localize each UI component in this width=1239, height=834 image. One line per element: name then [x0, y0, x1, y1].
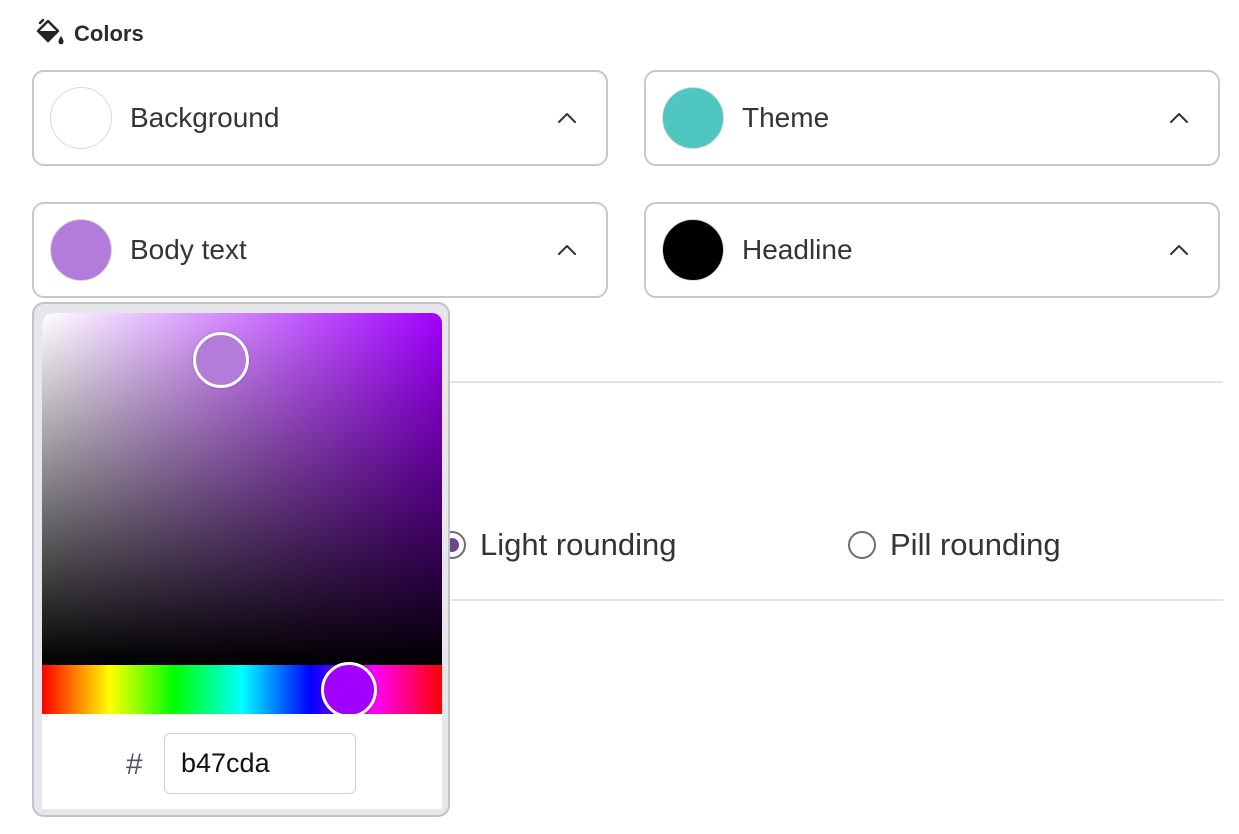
body-text-swatch [50, 219, 112, 281]
hue-slider[interactable] [42, 662, 442, 718]
chevron-up-icon [550, 101, 584, 135]
background-label: Background [130, 102, 280, 133]
headline-label: Headline [742, 234, 853, 265]
radio-pill-rounding[interactable]: Pill rounding [848, 522, 1061, 568]
body-text-color-dropdown[interactable]: Body text [32, 202, 608, 298]
radio-light-rounding[interactable]: Light rounding [438, 522, 677, 568]
saturation-value-area[interactable] [42, 313, 442, 665]
theme-color-dropdown[interactable]: Theme [644, 70, 1220, 166]
theme-label: Theme [742, 102, 830, 133]
hue-handle[interactable] [321, 662, 377, 718]
body-text-label: Body text [130, 234, 247, 265]
page: Colors Background Theme Body text Headli… [0, 0, 1239, 834]
headline-color-dropdown[interactable]: Headline [644, 202, 1220, 298]
radio-label: Light rounding [480, 527, 677, 562]
background-swatch [50, 87, 112, 149]
section-title: Colors [74, 21, 144, 46]
headline-swatch [662, 219, 724, 281]
hash-symbol: # [126, 748, 143, 781]
chevron-up-icon [1162, 233, 1196, 267]
hex-input-row: # [42, 714, 442, 809]
chevron-up-icon [1162, 101, 1196, 135]
colors-section-header: Colors [34, 18, 144, 50]
background-color-dropdown[interactable]: Background [32, 70, 608, 166]
radio-button[interactable] [848, 531, 876, 559]
paint-bucket-icon [34, 17, 64, 52]
radio-label: Pill rounding [890, 527, 1061, 562]
saturation-handle[interactable] [193, 332, 249, 388]
chevron-up-icon [550, 233, 584, 267]
hex-color-input[interactable] [164, 733, 356, 794]
section-divider [450, 381, 1223, 383]
theme-swatch [662, 87, 724, 149]
color-picker-popover: # [32, 302, 450, 817]
section-divider [450, 599, 1223, 601]
